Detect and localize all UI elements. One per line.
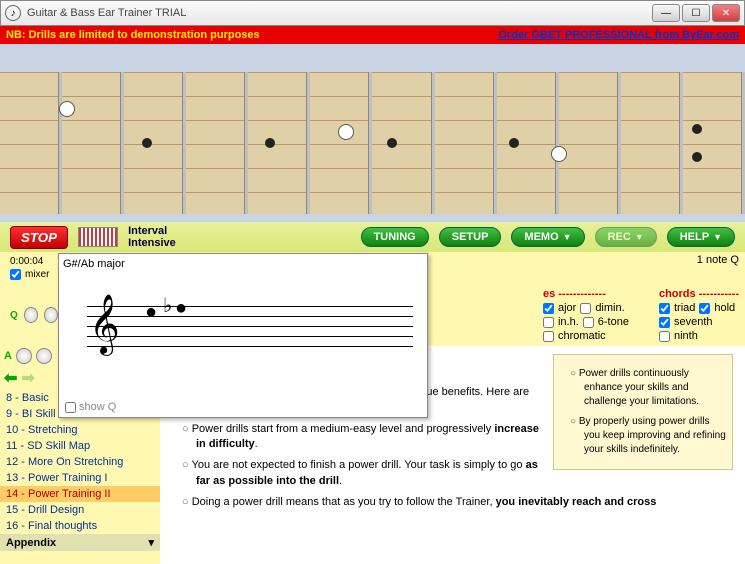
- maximize-button[interactable]: ☐: [682, 4, 710, 22]
- sidebar-item-10[interactable]: 10 - Stretching: [0, 422, 160, 438]
- minimize-button[interactable]: —: [652, 4, 680, 22]
- notice-bar: NB: Drills are limited to demonstration …: [0, 26, 745, 44]
- sidebar-item-14[interactable]: 14 - Power Training II: [0, 486, 160, 502]
- mode-interval: Interval: [128, 225, 176, 237]
- order-link[interactable]: Order GBET PROFESSIONAL from ByEar.com: [498, 29, 739, 41]
- rec-button[interactable]: REC▼: [595, 227, 657, 247]
- chevron-down-icon: ▾: [148, 536, 154, 549]
- sidebar-item-15[interactable]: 15 - Drill Design: [0, 502, 160, 518]
- note-q-label: 1 note Q: [697, 254, 739, 282]
- note-icon: ●: [145, 302, 157, 322]
- note-marker[interactable]: [551, 146, 567, 162]
- seventh-checkbox[interactable]: [659, 317, 670, 328]
- note-icon: ●: [175, 298, 187, 318]
- window-title: Guitar & Bass Ear Trainer TRIAL: [27, 7, 652, 19]
- help-button[interactable]: HELP▼: [667, 227, 735, 247]
- dimin-checkbox[interactable]: [580, 303, 591, 314]
- sidebar-item-11[interactable]: 11 - SD Skill Map: [0, 438, 160, 454]
- setup-button[interactable]: SETUP: [439, 227, 502, 247]
- notation-popup[interactable]: G#/Ab major 𝄞 ♭ ● ● show Q: [58, 253, 428, 418]
- q-knob2[interactable]: [44, 307, 58, 323]
- fretboard[interactable]: [0, 44, 745, 222]
- sidebar-item-13[interactable]: 13 - Power Training I: [0, 470, 160, 486]
- ninth-checkbox[interactable]: [659, 331, 670, 342]
- tuning-button[interactable]: TUNING: [361, 227, 429, 247]
- toolbar: STOP Interval Intensive TUNING SETUP MEM…: [0, 222, 745, 252]
- note-marker[interactable]: [338, 124, 354, 140]
- major-checkbox[interactable]: [543, 303, 554, 314]
- chevron-down-icon: ▼: [635, 232, 644, 242]
- appendix-header[interactable]: Appendix ▾: [0, 534, 160, 551]
- mode-intensive: Intensive: [128, 237, 176, 249]
- stop-button[interactable]: STOP: [10, 226, 68, 249]
- titlebar: ♪ Guitar & Bass Ear Trainer TRIAL — ☐ ✕: [0, 0, 745, 26]
- chords-group: chords ----------- triad hold seventh ni…: [659, 288, 739, 342]
- treble-clef-icon: 𝄞: [89, 298, 120, 350]
- info-box: Power drills continuously enhance your s…: [553, 354, 733, 470]
- a-label: A: [4, 350, 12, 362]
- chords-header: chords -----------: [659, 288, 739, 300]
- hold-checkbox[interactable]: [699, 303, 710, 314]
- left-controls: 0:00:04 mixer: [6, 254, 62, 282]
- mixer-checkbox[interactable]: [10, 269, 21, 280]
- chevron-down-icon: ▼: [563, 232, 572, 242]
- app-icon: ♪: [5, 5, 21, 21]
- sixtone-checkbox[interactable]: [583, 317, 594, 328]
- show-q-option[interactable]: show Q: [65, 401, 116, 413]
- chevron-down-icon: ▼: [713, 232, 722, 242]
- chromatic-checkbox[interactable]: [543, 331, 554, 342]
- waveform-icon[interactable]: [78, 227, 118, 247]
- window-buttons: — ☐ ✕: [652, 4, 740, 22]
- timer: 0:00:04: [10, 256, 58, 267]
- a-knob2[interactable]: [36, 348, 52, 364]
- q-label: Q: [10, 310, 18, 321]
- content-li3: Doing a power drill means that as you tr…: [196, 495, 733, 510]
- scales-header: es -------------: [543, 288, 629, 300]
- note-marker[interactable]: [59, 101, 75, 117]
- sidebar-item-12[interactable]: 12 - More On Stretching: [0, 454, 160, 470]
- memo-button[interactable]: MEMO▼: [511, 227, 584, 247]
- triad-checkbox[interactable]: [659, 303, 670, 314]
- music-staff: 𝄞 ♭ ● ●: [63, 286, 423, 366]
- note-icon: ♭: [163, 296, 172, 316]
- scales-group: es ------------- ajor dimin. in.h. 6-ton…: [543, 288, 629, 342]
- close-button[interactable]: ✕: [712, 4, 740, 22]
- sidebar-item-16[interactable]: 16 - Final thoughts: [0, 518, 160, 534]
- key-label: G#/Ab major: [63, 258, 423, 270]
- minh-checkbox[interactable]: [543, 317, 554, 328]
- show-q-checkbox[interactable]: [65, 402, 76, 413]
- fwd-arrow-icon[interactable]: ➡: [21, 368, 34, 388]
- q-knob[interactable]: [24, 307, 38, 323]
- a-knob[interactable]: [16, 348, 32, 364]
- back-arrow-icon[interactable]: ⬅: [4, 368, 17, 388]
- info-bullet: By properly using power drills you keep …: [584, 415, 726, 457]
- info-bullet: Power drills continuously enhance your s…: [584, 367, 726, 409]
- trial-notice: NB: Drills are limited to demonstration …: [6, 29, 498, 41]
